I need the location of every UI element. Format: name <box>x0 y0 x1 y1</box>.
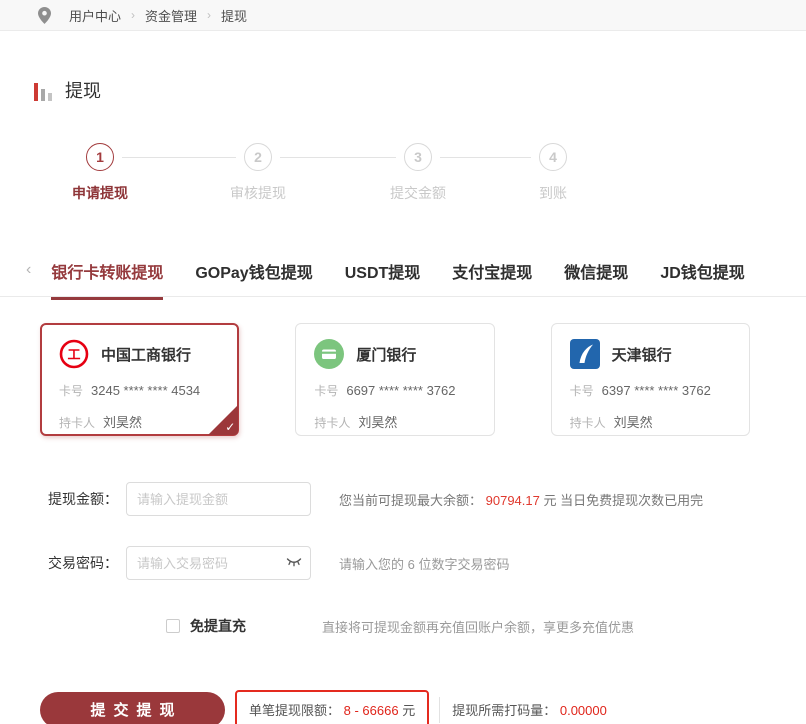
withdraw-method-tabs: ‹ 银行卡转账提现 GOPay钱包提现 USDT提现 支付宝提现 微信提现 JD… <box>0 259 806 300</box>
amount-hint-prefix: 您当前可提现最大余额： <box>339 492 483 508</box>
icbc-bank-logo-icon: 工 <box>59 339 89 369</box>
step-1-circle: 1 <box>86 143 114 171</box>
card-number: 6397 **** **** 3762 <box>601 383 711 398</box>
tab-usdt[interactable]: USDT提现 <box>345 259 421 297</box>
tab-wechat[interactable]: 微信提现 <box>564 259 628 297</box>
card-holder-label: 持卡人 <box>59 416 96 430</box>
step-connector <box>122 157 236 158</box>
recharge-hint: 直接将可提现金额再充值回账户余额，享更多充值优惠 <box>322 619 635 635</box>
recharge-checkbox[interactable] <box>166 619 180 633</box>
withdraw-form: 提现金额： 您当前可提现最大余额： 90794.17 元 当日免费提现次数已用完… <box>40 482 806 636</box>
tab-alipay[interactable]: 支付宝提现 <box>452 259 532 297</box>
card-holder-label: 持卡人 <box>314 416 351 430</box>
step-2-label: 审核提现 <box>230 185 286 201</box>
amount-hint-suffix: 元 当日免费提现次数已用完 <box>543 492 704 508</box>
step-2-circle: 2 <box>244 143 272 171</box>
card-holder: 刘昊然 <box>613 415 653 430</box>
breadcrumb-bar: 用户中心 › 资金管理 › 提现 <box>0 0 806 31</box>
step-connector <box>440 157 531 158</box>
breadcrumb-funds[interactable]: 资金管理 <box>145 6 197 25</box>
step-4-circle: 4 <box>539 143 567 171</box>
password-hint: 请输入您的 6 位数字交易密码 <box>339 556 510 572</box>
amount-input[interactable] <box>126 482 311 516</box>
card-holder: 刘昊然 <box>103 415 143 430</box>
location-pin-icon <box>38 6 51 24</box>
footer-divider <box>439 696 441 723</box>
card-holder: 刘昊然 <box>358 415 398 430</box>
tab-gopay[interactable]: GOPay钱包提现 <box>195 259 312 297</box>
withdraw-stepper: 1 2 3 4 申请提现 审核提现 提交金额 到账 <box>0 143 806 207</box>
password-input[interactable] <box>126 546 311 580</box>
max-balance-value: 90794.17 <box>485 492 540 508</box>
bank-card-xiamen[interactable]: 厦门银行 卡号 6697 **** **** 3762 持卡人 刘昊然 <box>295 323 495 436</box>
step-3-label: 提交金额 <box>390 185 446 201</box>
card-holder-label: 持卡人 <box>569 416 606 430</box>
card-number-label: 卡号 <box>314 384 339 398</box>
password-row: 交易密码： 请输入您的 6 位数字交易密码 <box>40 546 806 580</box>
code-requirement: 提现所需打码量： 0.00000 <box>452 700 607 719</box>
submit-withdraw-button[interactable]: 提交提现 <box>40 691 225 724</box>
footer-bar: 提交提现 单笔提现限额： 8 - 66666 元 提现所需打码量： 0.0000… <box>40 690 806 724</box>
limit-value: 8 - 66666 <box>343 703 399 718</box>
bank-name: 天津银行 <box>611 346 672 364</box>
limit-label: 单笔提现限额： <box>249 703 341 718</box>
bank-name: 厦门银行 <box>356 346 417 364</box>
bank-card-icbc[interactable]: 工 中国工商银行 卡号 3245 **** **** 4534 持卡人 刘昊然 ✓ <box>40 323 240 436</box>
bank-name: 中国工商银行 <box>101 346 192 364</box>
amount-hint: 您当前可提现最大余额： 90794.17 元 当日免费提现次数已用完 <box>339 490 703 509</box>
password-label: 交易密码： <box>48 555 118 571</box>
xiamen-bank-logo-icon <box>314 339 345 369</box>
step-1-label: 申请提现 <box>72 185 128 201</box>
amount-row: 提现金额： 您当前可提现最大余额： 90794.17 元 当日免费提现次数已用完 <box>40 482 806 516</box>
page-title-row: 提现 <box>34 81 806 101</box>
limit-unit: 元 <box>402 703 416 718</box>
step-connector <box>280 157 396 158</box>
bank-card-tianjin[interactable]: 天津银行 卡号 6397 **** **** 3762 持卡人 刘昊然 <box>550 323 750 436</box>
breadcrumb-user-center[interactable]: 用户中心 <box>69 6 121 25</box>
recharge-checkbox-label[interactable]: 免提直充 <box>190 616 246 636</box>
tab-bank-card[interactable]: 银行卡转账提现 <box>51 259 164 300</box>
breadcrumb-separator: › <box>131 8 136 22</box>
limit-box: 单笔提现限额： 8 - 66666 元 <box>235 690 430 724</box>
tab-jd[interactable]: JD钱包提现 <box>660 259 744 297</box>
step-3-circle: 3 <box>404 143 432 171</box>
code-label: 提现所需打码量： <box>452 703 557 718</box>
consent-row: 免提直充 直接将可提现金额再充值回账户余额，享更多充值优惠 <box>166 616 806 636</box>
step-4-label: 到账 <box>539 185 567 201</box>
check-icon: ✓ <box>225 420 236 434</box>
breadcrumb-separator: › <box>207 8 212 22</box>
card-number: 6697 **** **** 3762 <box>346 383 456 398</box>
bar-chart-icon <box>34 83 55 101</box>
card-number: 3245 **** **** 4534 <box>91 383 201 398</box>
tabs-scroll-left-icon[interactable]: ‹ <box>26 261 31 279</box>
page-title: 提现 <box>65 81 101 101</box>
card-number-label: 卡号 <box>569 384 594 398</box>
card-number-label: 卡号 <box>59 384 84 398</box>
amount-label: 提现金额： <box>48 491 118 507</box>
tianjin-bank-logo-icon <box>569 339 600 369</box>
eye-closed-icon[interactable] <box>286 556 302 568</box>
breadcrumb-withdraw[interactable]: 提现 <box>221 6 247 25</box>
code-value: 0.00000 <box>559 703 607 718</box>
bank-card-list: 工 中国工商银行 卡号 3245 **** **** 4534 持卡人 刘昊然 ✓ … <box>40 323 806 436</box>
svg-text:工: 工 <box>67 347 80 362</box>
